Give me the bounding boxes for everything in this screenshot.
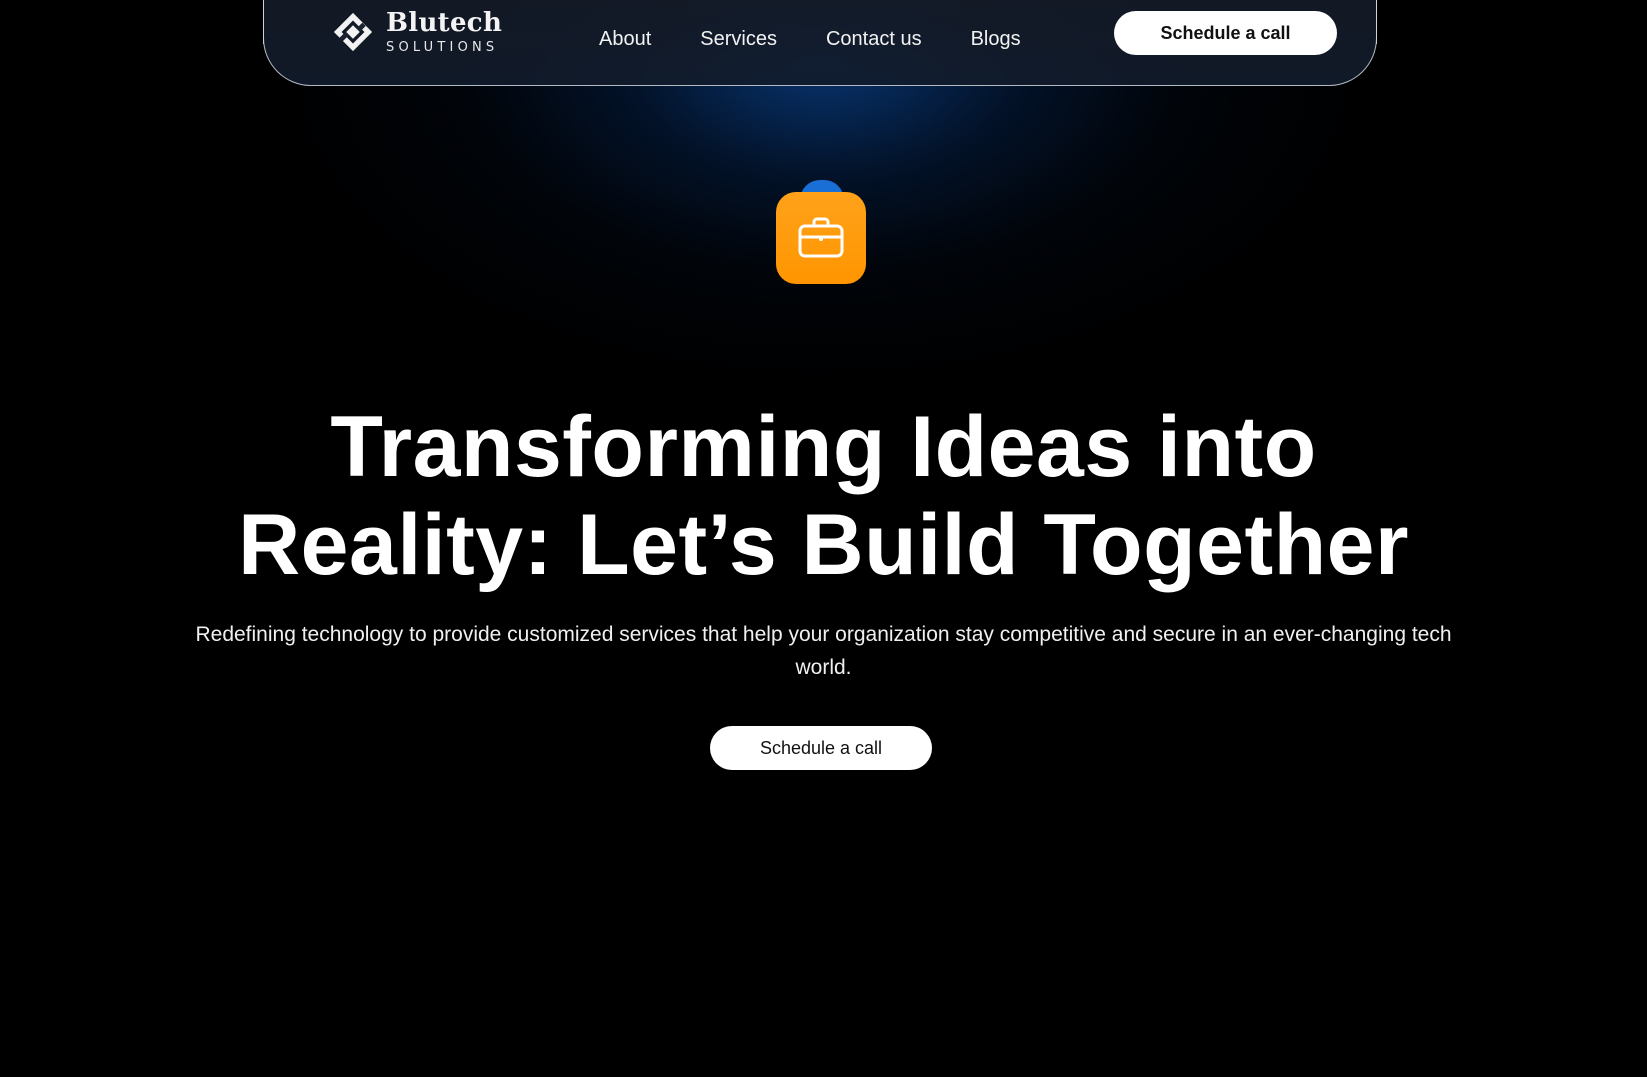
nav-links: About Services Contact us Blogs xyxy=(599,28,1070,51)
hero-title: Transforming Ideas into Reality: Let’s B… xyxy=(0,398,1647,594)
brand-logo[interactable]: Blutech SOLUTIONS xyxy=(332,10,502,54)
hero-schedule-call-button[interactable]: Schedule a call xyxy=(710,726,932,770)
hero-title-line-2: Reality: Let’s Build Together xyxy=(238,497,1409,593)
briefcase-icon xyxy=(798,217,844,258)
brand-name: Blutech xyxy=(386,8,503,38)
landing-page: Blutech SOLUTIONS About Services Contact… xyxy=(0,0,1647,1077)
hero-title-line-1: Transforming Ideas into xyxy=(330,399,1317,495)
nav-link-services[interactable]: Services xyxy=(700,28,777,51)
nav-link-about[interactable]: About xyxy=(599,28,651,51)
nav-link-blogs[interactable]: Blogs xyxy=(971,28,1021,51)
diamond-logo-icon xyxy=(333,12,373,52)
nav-schedule-call-button[interactable]: Schedule a call xyxy=(1114,11,1337,55)
nav-link-contact-us[interactable]: Contact us xyxy=(826,28,922,51)
top-navbar: Blutech SOLUTIONS About Services Contact… xyxy=(263,0,1377,86)
hero-icon-badge xyxy=(776,178,866,286)
brand-tagline: SOLUTIONS xyxy=(386,40,499,55)
hero-subtitle: Redefining technology to provide customi… xyxy=(195,623,1452,679)
